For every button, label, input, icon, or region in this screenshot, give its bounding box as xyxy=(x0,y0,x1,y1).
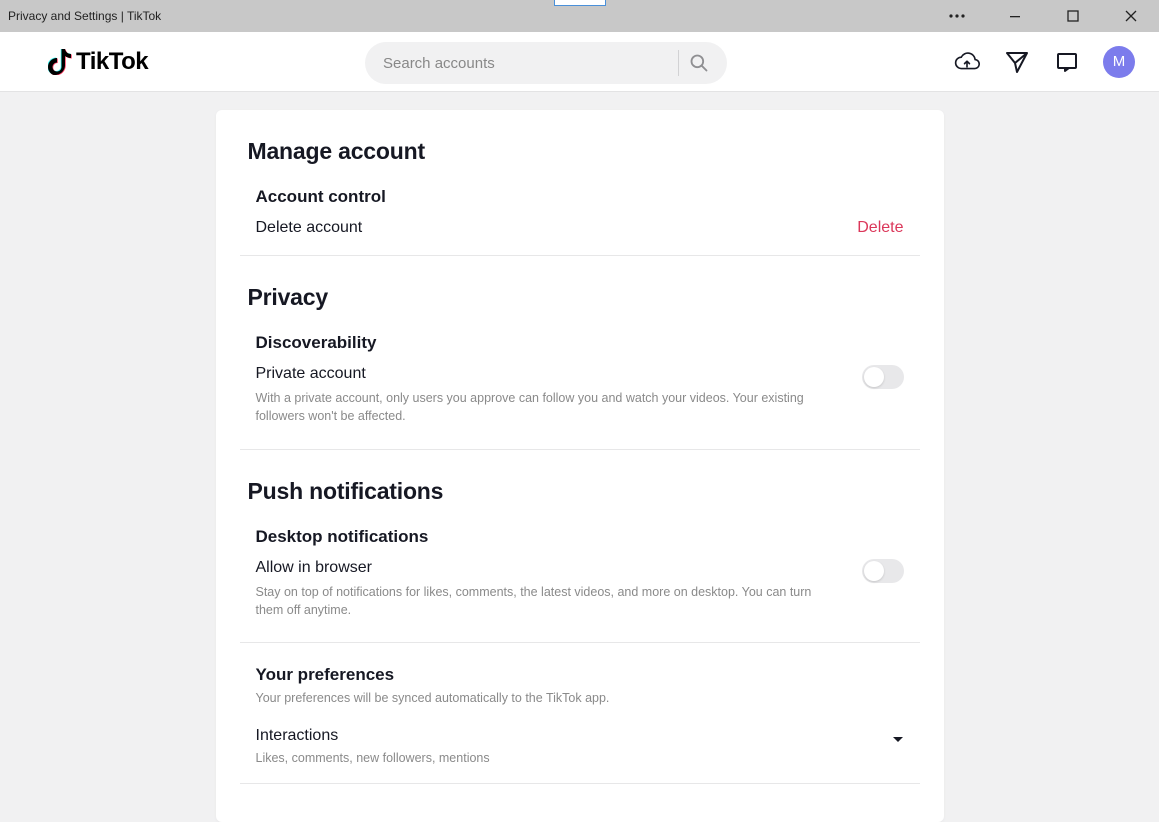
window-more-button[interactable] xyxy=(945,4,969,28)
heading-discoverability: Discoverability xyxy=(256,333,904,353)
heading-account-control: Account control xyxy=(256,187,904,207)
search-bar[interactable] xyxy=(365,42,727,84)
send-icon xyxy=(1005,50,1029,74)
window-title: Privacy and Settings | TikTok xyxy=(8,9,161,23)
window-minimize-button[interactable] xyxy=(1003,4,1027,28)
search-divider xyxy=(678,50,679,76)
label-allow-in-browser: Allow in browser xyxy=(256,559,836,577)
toggle-private-account[interactable] xyxy=(862,365,904,389)
avatar[interactable]: M xyxy=(1103,46,1135,78)
section-title-manage-account: Manage account xyxy=(248,138,912,165)
desc-interactions: Likes, comments, new followers, mentions xyxy=(256,749,490,767)
divider xyxy=(240,449,920,450)
inbox-button[interactable] xyxy=(1053,48,1081,76)
tiktok-logo[interactable]: TikTok xyxy=(48,48,148,76)
upload-button[interactable] xyxy=(953,48,981,76)
window-titlebar: Privacy and Settings | TikTok xyxy=(0,0,1159,32)
label-interactions: Interactions xyxy=(256,727,490,745)
label-private-account: Private account xyxy=(256,365,836,383)
search-input[interactable] xyxy=(383,55,672,72)
window-maximize-button[interactable] xyxy=(1061,4,1085,28)
avatar-initial: M xyxy=(1113,53,1126,70)
section-title-push-notifications: Push notifications xyxy=(248,478,912,505)
tiktok-note-icon xyxy=(48,49,72,75)
tab-indicator xyxy=(554,0,606,6)
heading-your-preferences: Your preferences xyxy=(256,665,904,685)
settings-card: Manage account Account control Delete ac… xyxy=(216,110,944,822)
chevron-down-icon xyxy=(892,736,904,744)
search-icon xyxy=(689,53,709,73)
expand-interactions[interactable] xyxy=(892,733,904,747)
desc-your-preferences: Your preferences will be synced automati… xyxy=(256,689,836,707)
page-background: Manage account Account control Delete ac… xyxy=(0,92,1159,822)
delete-account-link[interactable]: Delete xyxy=(857,219,903,237)
app-header: TikTok M xyxy=(0,32,1159,92)
label-delete-account: Delete account xyxy=(256,219,363,237)
desc-private-account: With a private account, only users you a… xyxy=(256,389,836,425)
brand-text: TikTok xyxy=(76,48,148,76)
inbox-icon xyxy=(1055,50,1079,74)
messages-button[interactable] xyxy=(1003,48,1031,76)
toggle-allow-in-browser[interactable] xyxy=(862,559,904,583)
cloud-upload-icon xyxy=(954,51,980,73)
divider xyxy=(240,642,920,643)
divider xyxy=(240,783,920,784)
divider xyxy=(240,255,920,256)
section-title-privacy: Privacy xyxy=(248,284,912,311)
window-close-button[interactable] xyxy=(1119,4,1143,28)
desc-allow-in-browser: Stay on top of notifications for likes, … xyxy=(256,583,836,619)
heading-desktop-notifications: Desktop notifications xyxy=(256,527,904,547)
search-button[interactable] xyxy=(685,49,713,77)
